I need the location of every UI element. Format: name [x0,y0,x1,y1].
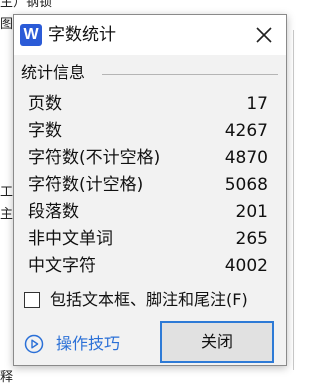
include-textboxes-checkbox[interactable] [24,292,40,308]
word-count-dialog: W 字数统计 统计信息 页数 17 字数 4267 字符数(不计空格) 4870… [13,14,287,366]
stat-value: 4870 [224,148,268,168]
include-textboxes-label[interactable]: 包括文本框、脚注和尾注(F) [50,288,248,312]
stat-value: 4267 [224,121,268,141]
stat-row-words: 字数 4267 [28,118,268,144]
stat-value: 4002 [224,256,268,276]
stat-row-non-chinese-words: 非中文单词 265 [28,226,268,252]
table-border [293,30,294,370]
stat-row-chars-with-spaces: 字符数(计空格) 5068 [28,172,268,198]
stat-row-pages: 页数 17 [28,91,268,117]
dialog-titlebar[interactable]: W 字数统计 [14,15,286,55]
stat-value: 265 [235,229,268,249]
stat-row-chars-no-spaces: 字符数(不计空格) 4870 [28,145,268,171]
background-text: 释 [0,370,14,385]
close-button[interactable]: 关闭 [160,321,274,363]
close-icon[interactable] [252,23,276,47]
group-header: 统计信息 [21,63,86,82]
wps-writer-icon: W [20,24,42,46]
stat-label: 字符数(不计空格) [28,148,161,168]
stat-label: 段落数 [28,202,79,222]
background-text: 主）钢锁 [0,0,53,10]
stat-label: 中文字符 [28,256,96,276]
include-textboxes-checkbox-row[interactable]: 包括文本框、脚注和尾注(F) [24,288,280,314]
stat-row-chinese-chars: 中文字符 4002 [28,253,268,279]
stat-label: 字符数(计空格) [28,175,144,195]
dialog-title: 字数统计 [48,25,116,45]
group-divider [102,74,278,75]
stat-label: 字数 [28,121,62,141]
stat-row-paragraphs: 段落数 201 [28,199,268,225]
background-text: 图 [0,17,14,32]
background-text: 主 [0,207,14,222]
stat-value: 201 [235,202,268,222]
stat-label: 非中文单词 [28,229,113,249]
tips-label: 操作技巧 [56,334,121,353]
stat-value: 5068 [224,175,268,195]
stat-label: 页数 [28,94,62,114]
play-circle-icon [24,334,44,354]
stat-value: 17 [246,94,268,114]
